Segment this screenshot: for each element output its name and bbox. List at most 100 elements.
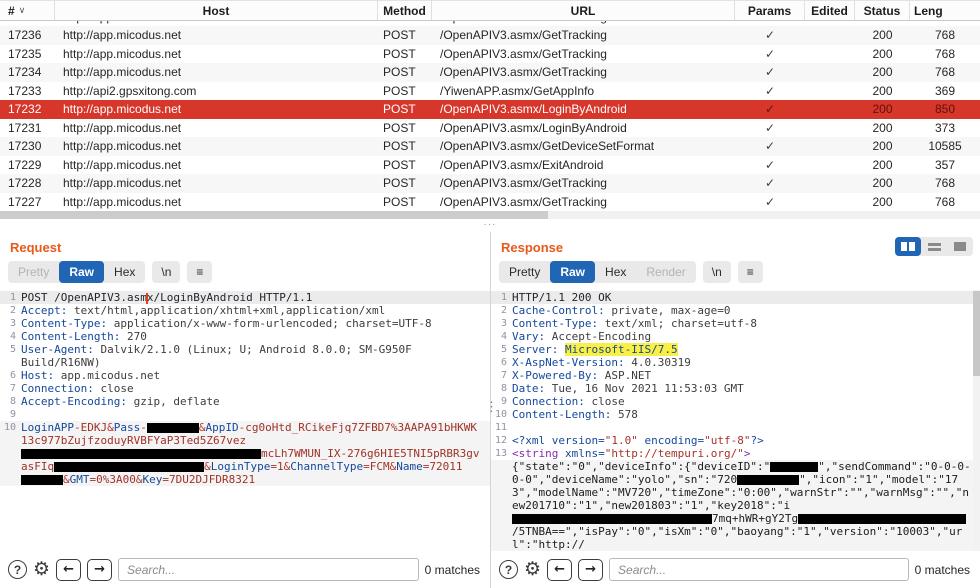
column-header-label: Host <box>203 4 230 18</box>
text-segment: Accept: <box>21 304 67 317</box>
text-segment: ChannelType <box>290 460 363 473</box>
request-tab-pretty[interactable]: Pretty <box>8 261 59 283</box>
previous-match-button[interactable]: ← <box>547 559 572 581</box>
text-segment <box>558 343 565 356</box>
line-number: 4 <box>0 330 21 343</box>
redaction-block <box>147 423 199 433</box>
request-menu-button[interactable]: ≡ <box>187 261 212 283</box>
row-length: 369 <box>910 82 980 101</box>
column-header-method[interactable]: Method <box>378 1 432 20</box>
horizontal-scrollbar[interactable] <box>0 211 980 219</box>
table-row[interactable]: 17231http://app.micodus.netPOST/OpenAPIV… <box>0 119 980 138</box>
help-icon[interactable]: ? <box>499 560 518 579</box>
row-host: http://app.micodus.net <box>55 63 378 82</box>
row-length: 768 <box>910 193 980 212</box>
response-linebreaks-toggle[interactable]: \n <box>703 261 731 283</box>
row-params-check: ✓ <box>735 137 805 156</box>
table-row[interactable]: 17235http://app.micodus.netPOST/OpenAPIV… <box>0 45 980 64</box>
table-row[interactable]: 17233http://api2.gpsxitong.comPOST/Yiwen… <box>0 82 980 101</box>
request-search-input[interactable] <box>118 558 419 581</box>
response-editor[interactable]: 1HTTP/1.1 200 OK2Cache-Control: private,… <box>491 290 980 551</box>
text-segment: application/x-www-form-urlencoded; chars… <box>107 317 432 330</box>
column-header-leng[interactable]: Leng <box>910 1 980 20</box>
response-tab-hex[interactable]: Hex <box>595 261 636 283</box>
column-header-params[interactable]: Params <box>735 1 805 20</box>
line-number: 3 <box>491 317 512 330</box>
gear-icon[interactable]: ⚙ <box>33 560 50 579</box>
row-url: /OpenAPIV3.asmx/GetTracking <box>432 63 735 82</box>
table-row[interactable]: 17227http://app.micodus.netPOST/OpenAPIV… <box>0 193 980 212</box>
row-length: 850 <box>910 100 980 119</box>
row-length: 373 <box>910 119 980 138</box>
table-row[interactable]: 17234http://app.micodus.netPOST/OpenAPIV… <box>0 63 980 82</box>
text-segment: Key <box>142 473 162 486</box>
response-tab-pretty[interactable]: Pretty <box>499 261 550 283</box>
request-tab-hex[interactable]: Hex <box>104 261 145 283</box>
line-number: 7 <box>491 369 512 382</box>
request-linebreaks-toggle[interactable]: \n <box>152 261 180 283</box>
request-panel: Request PrettyRawHex \n ≡ 1POST /OpenAPIV3… <box>0 232 490 588</box>
column-header-edited[interactable]: Edited <box>805 1 855 20</box>
request-tab-raw[interactable]: Raw <box>59 261 104 283</box>
text-segment: Microsoft-IIS/7.5 <box>565 343 678 356</box>
table-row[interactable]: 17228http://app.micodus.netPOST/OpenAPIV… <box>0 174 980 193</box>
line-number: 6 <box>0 369 21 382</box>
table-row[interactable]: 17229http://app.micodus.netPOST/OpenAPIV… <box>0 156 980 175</box>
text-segment: Accept-Encoding <box>545 330 651 343</box>
row-status: 200 <box>855 82 910 101</box>
row-params-check: ✓ <box>735 100 805 119</box>
table-row[interactable]: 17236http://app.micodus.netPOST/OpenAPIV… <box>0 26 980 45</box>
redaction-block <box>798 514 966 524</box>
row-params-check: ✓ <box>735 45 805 64</box>
line-number: 10 <box>0 421 21 486</box>
gear-icon[interactable]: ⚙ <box>524 560 541 579</box>
panel-splitter-handle[interactable]: ··· <box>0 219 980 232</box>
table-row[interactable]: 17232http://app.micodus.netPOST/OpenAPIV… <box>0 100 980 119</box>
layout-columns-button[interactable] <box>895 237 921 256</box>
response-search-input[interactable] <box>609 558 909 581</box>
text-segment: text/html,application/xhtml+xml,applicat… <box>67 304 385 317</box>
request-tab-group: PrettyRawHex <box>8 261 145 283</box>
line-text: Content-Length: 270 <box>21 330 490 343</box>
row-method: POST <box>378 100 432 119</box>
request-editor[interactable]: 1POST /OpenAPIV3.asmx/LoginByAndroid HTT… <box>0 290 490 551</box>
line-text: Content-Type: text/xml; charset=utf-8 <box>512 317 980 330</box>
horizontal-scrollbar-thumb[interactable] <box>0 211 548 219</box>
line-text: Accept: text/html,application/xhtml+xml,… <box>21 304 490 317</box>
column-header-host[interactable]: Host <box>55 1 378 20</box>
row-status: 200 <box>855 137 910 156</box>
row-number: 17234 <box>0 63 55 82</box>
help-icon[interactable]: ? <box>8 560 27 579</box>
next-match-button[interactable]: → <box>578 559 603 581</box>
layout-single-button[interactable] <box>947 237 973 256</box>
previous-match-button[interactable]: ← <box>56 559 81 581</box>
response-tab-render[interactable]: Render <box>636 261 695 283</box>
vertical-splitter-handle-icon[interactable]: ⋮ <box>485 400 498 413</box>
request-panel-title: Request <box>10 240 490 255</box>
text-segment: & <box>63 473 70 486</box>
text-segment: version= <box>552 434 605 447</box>
row-edited <box>805 82 855 101</box>
response-line: 13<string xmlns="http://tempuri.org/"> <box>491 447 980 460</box>
column-header-num[interactable]: #∨ <box>0 1 55 20</box>
next-match-button[interactable]: → <box>87 559 112 581</box>
vertical-scrollbar-thumb[interactable] <box>973 291 980 376</box>
text-segment: =72011 <box>423 460 463 473</box>
response-tab-raw[interactable]: Raw <box>550 261 595 283</box>
redaction-block <box>21 475 63 485</box>
response-menu-button[interactable]: ≡ <box>738 261 763 283</box>
column-header-url[interactable]: URL <box>432 1 735 20</box>
row-method: POST <box>378 26 432 45</box>
column-header-label: Edited <box>811 4 848 18</box>
row-url: /OpenAPIV3.asmx/GetTracking <box>432 26 735 45</box>
request-tabs: PrettyRawHex \n ≡ <box>8 261 490 283</box>
text-segment: ?> <box>750 434 763 447</box>
vertical-scrollbar[interactable] <box>973 290 980 551</box>
row-params-check: ✓ <box>735 174 805 193</box>
row-status: 200 <box>855 100 910 119</box>
table-row[interactable]: 17230http://app.micodus.netPOST/OpenAPIV… <box>0 137 980 156</box>
line-text: <string xmlns="http://tempuri.org/"> <box>512 447 980 460</box>
column-header-status[interactable]: Status <box>855 1 910 20</box>
layout-stacked-button[interactable] <box>921 237 947 256</box>
text-segment: & <box>107 421 114 434</box>
